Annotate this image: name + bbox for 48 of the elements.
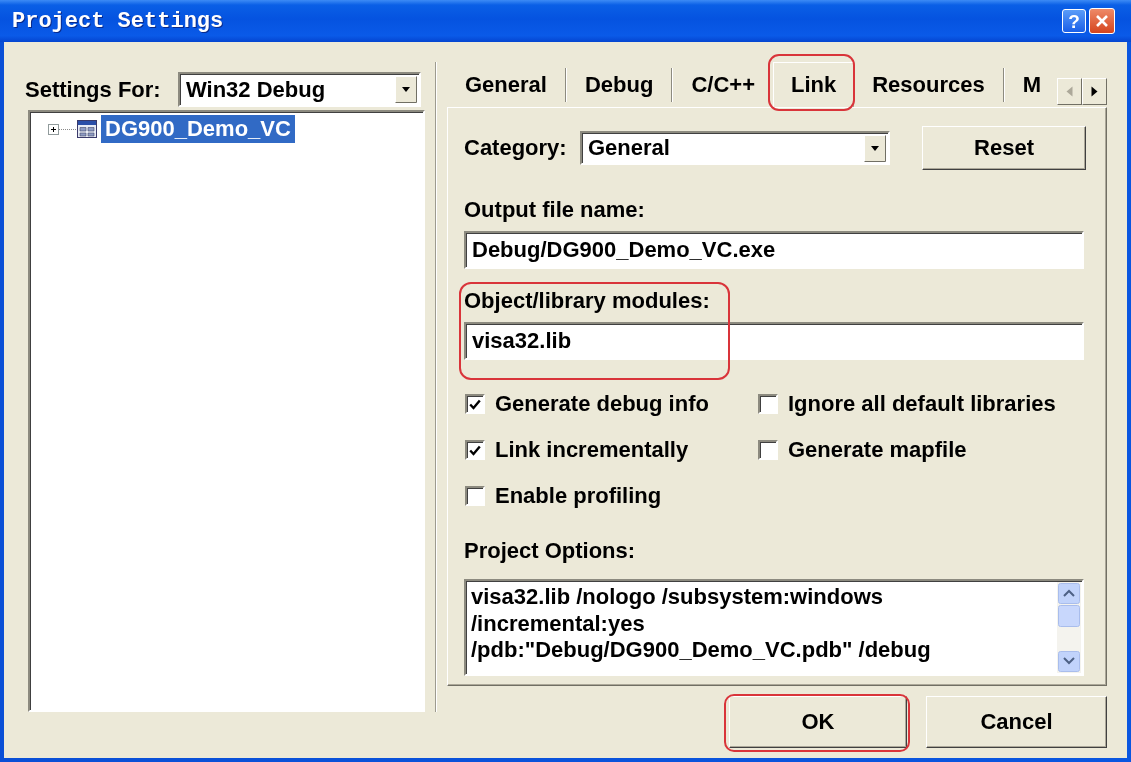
tab-scroll-left-button[interactable]: [1057, 78, 1082, 105]
dialog-button[interactable]: OK: [729, 696, 907, 748]
vertical-scrollbar[interactable]: [1057, 582, 1081, 673]
project-options-field[interactable]: visa32.lib /nologo /subsystem:windows /incremental:yes /pdb:"Debug/DG900_Demo_VC.pdb" /debug: [464, 579, 1084, 676]
checkbox[interactable]: [465, 440, 485, 460]
tab[interactable]: General: [447, 62, 565, 107]
checkbox-label: Generate debug info: [495, 391, 709, 417]
checkbox-label: Enable profiling: [495, 483, 662, 509]
checkbox[interactable]: [465, 394, 485, 414]
checkbox[interactable]: [465, 486, 485, 506]
tab[interactable]: C/C++: [673, 62, 773, 107]
category-label: Category:: [464, 135, 568, 161]
caret-down-icon: [395, 76, 417, 103]
tab[interactable]: Resources: [854, 62, 1003, 107]
tab[interactable]: M: [1004, 62, 1057, 107]
text-field[interactable]: visa32.lib: [464, 322, 1084, 360]
caret-left-icon: [1066, 86, 1073, 97]
tab-scroll-right-button[interactable]: [1082, 78, 1107, 105]
plus-icon[interactable]: [48, 123, 59, 135]
checkbox-label: Link incrementally: [495, 437, 689, 463]
category-dropdown[interactable]: General: [580, 131, 890, 165]
options-line: visa32.lib /nologo /subsystem:windows: [471, 584, 883, 611]
caret-right-icon: [1091, 86, 1098, 97]
checkmark-icon: [469, 398, 481, 410]
reset-button[interactable]: Reset: [922, 126, 1086, 170]
settings-for-dropdown[interactable]: Win32 Debug: [178, 72, 421, 107]
checkbox[interactable]: [758, 394, 778, 414]
settings-for-label: Settings For:: [25, 76, 161, 103]
checkbox[interactable]: [758, 440, 778, 460]
checkbox-label: Generate mapfile: [788, 437, 967, 463]
window-title: Project Settings: [12, 8, 225, 34]
options-line: /incremental:yes: [471, 610, 645, 637]
close-button[interactable]: [1089, 8, 1115, 34]
checkmark-icon: [469, 444, 481, 456]
field-label: Project Options:: [464, 539, 636, 563]
grid-window-icon: [76, 118, 98, 140]
field-label: Object/library modules:: [464, 289, 710, 313]
caret-down-icon: [864, 134, 886, 162]
help-button[interactable]: ?: [1062, 9, 1086, 33]
options-line: /pdb:"Debug/DG900_Demo_VC.pdb" /debug: [471, 637, 931, 664]
tree-item[interactable]: DG900_Demo_VC: [101, 115, 295, 143]
checkbox-label: Ignore all default libraries: [788, 391, 1056, 417]
dialog-button[interactable]: Cancel: [926, 696, 1107, 748]
close-icon: [1095, 14, 1109, 28]
text-field[interactable]: Debug/DG900_Demo_VC.exe: [464, 231, 1084, 269]
field-label: Output file name:: [464, 198, 645, 222]
tab[interactable]: Debug: [566, 62, 672, 107]
tab[interactable]: Link: [773, 62, 855, 107]
